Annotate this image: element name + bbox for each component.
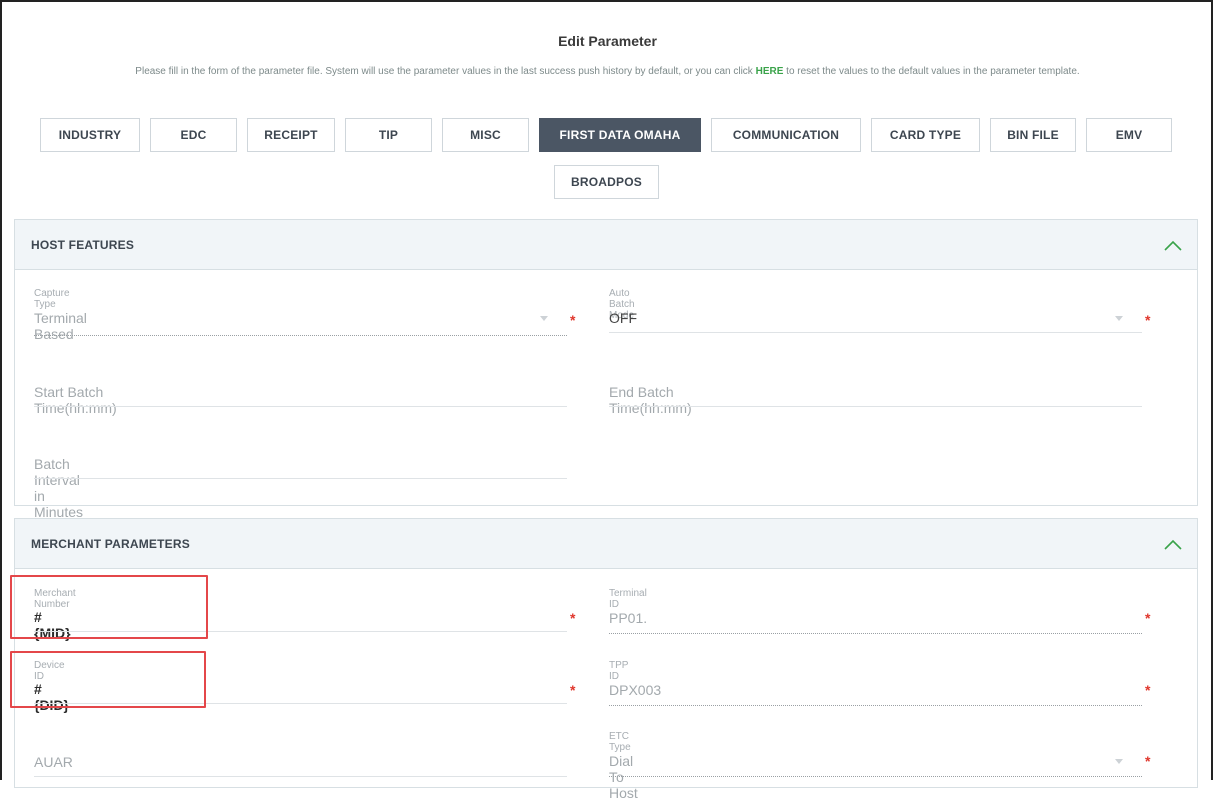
page-title: Edit Parameter [558,33,657,49]
tab-broadpos[interactable]: BROADPOS [554,165,659,199]
required-marker: * [570,312,576,328]
required-marker: * [1145,312,1151,328]
host-features-header[interactable]: HOST FEATURES [15,220,1197,270]
required-marker: * [1145,682,1151,698]
description-text-tail: to reset the values to the default value… [786,66,1080,77]
auar-placeholder: AUAR [34,754,73,770]
tab-receipt[interactable]: RECEIPT [247,118,335,152]
tab-card-type[interactable]: CARD TYPE [871,118,980,152]
tpp-id-label: TPP ID [609,660,629,682]
batch-interval-placeholder: Batch Interval in Minutes [34,456,84,520]
tab-industry[interactable]: INDUSTRY [40,118,140,152]
start-batch-time-underline [34,406,567,407]
merchant-parameters-title: MERCHANT PARAMETERS [31,536,190,551]
tpp-id-underline [609,705,1142,706]
page-description: Please fill in the form of the parameter… [60,62,1155,81]
required-marker: * [1145,753,1151,769]
host-features-panel: HOST FEATURES [14,219,1198,506]
etc-type-underline [609,776,1142,777]
reset-here-link[interactable]: HERE [756,66,784,77]
host-features-title: HOST FEATURES [31,237,135,252]
caret-down-icon [1115,316,1123,321]
required-marker: * [570,682,576,698]
tab-edc[interactable]: EDC [150,118,237,152]
terminal-id-value: PP01. [609,610,648,626]
tab-misc[interactable]: MISC [442,118,529,152]
etc-type-label: ETC Type [609,731,631,753]
caret-down-icon [540,316,548,321]
tpp-id-value: DPX003 [609,682,662,698]
device-id-highlight [10,651,206,708]
chevron-up-icon[interactable] [1163,538,1183,550]
terminal-id-underline [609,633,1142,634]
terminal-id-label: Terminal ID [609,588,647,610]
required-marker: * [570,610,576,626]
capture-type-value: Terminal Based [34,310,87,342]
tab-communication[interactable]: COMMUNICATION [711,118,861,152]
auto-batch-mode-value: OFF [609,310,637,326]
merchant-parameters-header[interactable]: MERCHANT PARAMETERS [15,519,1197,569]
tab-emv[interactable]: EMV [1086,118,1172,152]
merchant-number-highlight [10,575,208,639]
description-text: Please fill in the form of the parameter… [135,66,753,77]
tab-first-data-omaha[interactable]: FIRST DATA OMAHA [539,118,701,152]
tab-tip[interactable]: TIP [345,118,432,152]
start-batch-time-placeholder: Start Batch Time(hh:mm) [34,384,117,416]
capture-type-label: Capture Type [34,288,70,310]
batch-interval-underline [34,478,567,479]
auar-underline [34,776,567,777]
capture-type-underline [34,335,567,336]
end-batch-time-underline [609,406,1142,407]
end-batch-time-placeholder: End Batch Time(hh:mm) [609,384,692,416]
required-marker: * [1145,610,1151,626]
etc-type-value: Dial To Host [609,753,638,801]
auto-batch-mode-underline [609,332,1142,333]
chevron-up-icon[interactable] [1163,239,1183,251]
caret-down-icon [1115,759,1123,764]
tab-bin-file[interactable]: BIN FILE [990,118,1076,152]
